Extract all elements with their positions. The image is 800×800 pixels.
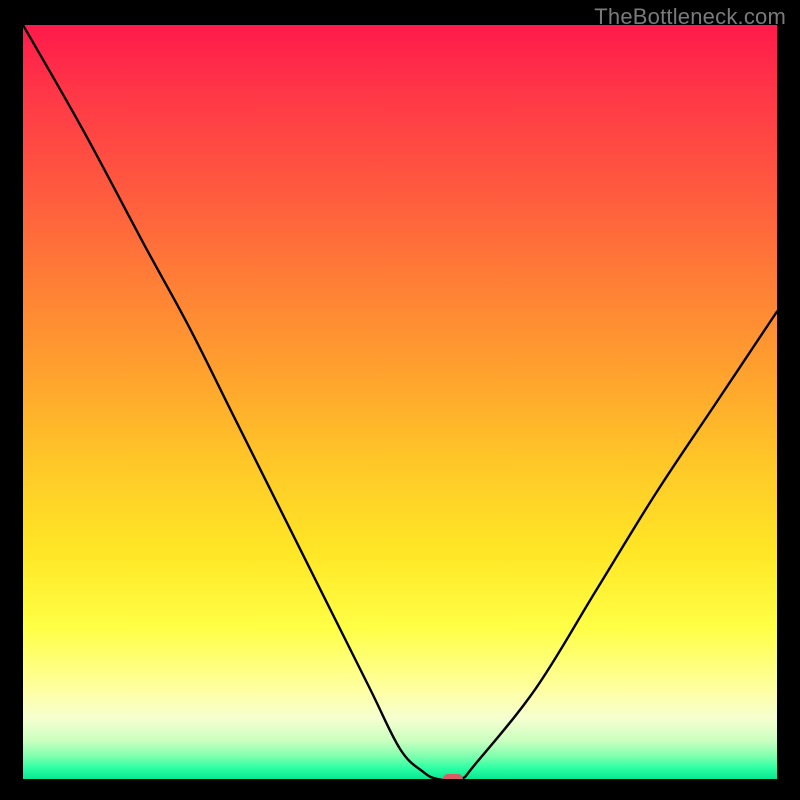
bottleneck-curve: [23, 25, 777, 779]
chart-frame: TheBottleneck.com: [0, 0, 800, 800]
plot-area: [23, 25, 777, 779]
optimal-point-marker: [443, 774, 463, 779]
